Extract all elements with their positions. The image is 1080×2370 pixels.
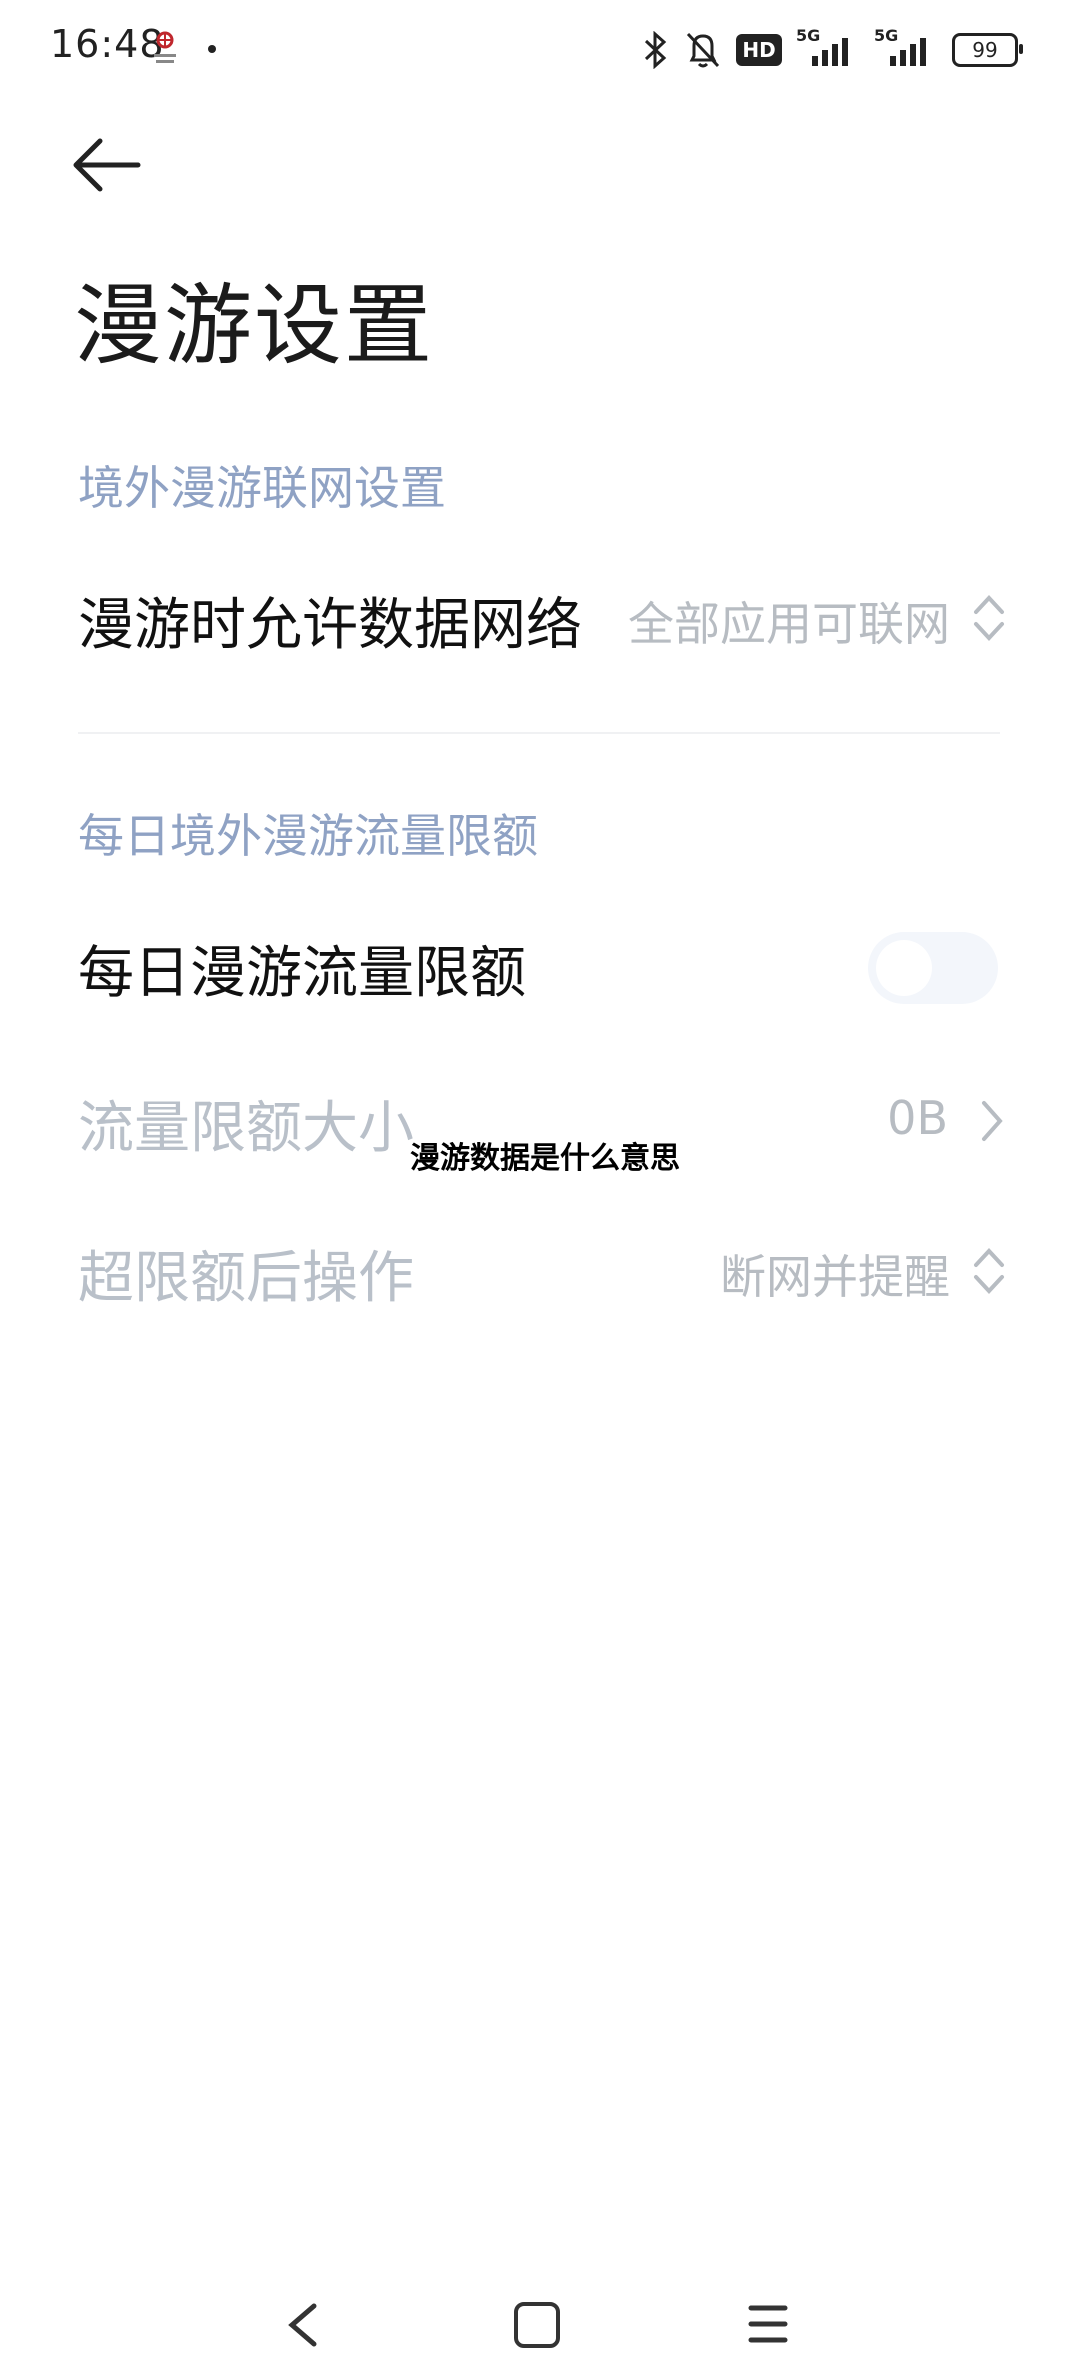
mute-bell-icon xyxy=(686,32,720,68)
roaming-data-label: 漫游时允许数据网络 xyxy=(78,593,582,658)
hd-voice-icon: HD xyxy=(736,34,782,66)
back-arrow-icon[interactable] xyxy=(72,135,144,195)
over-limit-action-label: 超限额后操作 xyxy=(78,1246,414,1311)
status-bar: 16:48 HD 5G 5G 99 xyxy=(0,0,1080,100)
bluetooth-icon xyxy=(644,31,667,69)
status-time: 16:48 xyxy=(50,22,165,66)
page-title: 漫游设置 xyxy=(74,274,435,377)
over-limit-action-row[interactable]: 超限额后操作 断网并提醒 xyxy=(0,1205,1080,1325)
nav-home-icon[interactable] xyxy=(514,2302,560,2348)
chevron-updown-icon xyxy=(974,1248,1004,1294)
chevron-updown-icon xyxy=(974,595,1004,641)
overlay-caption: 漫游数据是什么意思 xyxy=(410,1141,680,1176)
roaming-data-value: 全部应用可联网 xyxy=(628,597,950,651)
limit-size-label: 流量限额大小 xyxy=(78,1096,414,1161)
nav-recents-icon[interactable] xyxy=(748,2302,788,2346)
roaming-data-row[interactable]: 漫游时允许数据网络 全部应用可联网 xyxy=(0,552,1080,672)
section-header-roaming-network: 境外漫游联网设置 xyxy=(78,461,446,515)
nav-back-icon[interactable] xyxy=(282,2300,322,2350)
divider xyxy=(78,732,1000,734)
battery-icon: 99 xyxy=(952,33,1023,67)
section-header-daily-limit: 每日境外漫游流量限额 xyxy=(78,809,538,863)
carrier-icon xyxy=(154,31,176,63)
toggle-knob xyxy=(876,940,932,996)
daily-limit-toggle-row[interactable]: 每日漫游流量限额 xyxy=(0,900,1080,1020)
chevron-right-icon xyxy=(982,1101,1003,1141)
signal-icon: 5G xyxy=(796,26,860,70)
limit-size-value: 0B xyxy=(887,1091,948,1145)
roaming-settings-screen: 16:48 HD 5G 5G 99 漫游设置 境外漫游联网设置 漫游时允许数据网… xyxy=(0,0,1080,2370)
over-limit-action-value: 断网并提醒 xyxy=(720,1250,950,1304)
notification-dot-icon xyxy=(208,45,216,53)
signal-icon-2: 5G xyxy=(874,26,938,70)
status-icons: HD 5G 5G 99 xyxy=(626,26,1023,72)
battery-level: 99 xyxy=(972,38,998,62)
daily-limit-toggle[interactable] xyxy=(868,932,998,1004)
daily-limit-label: 每日漫游流量限额 xyxy=(78,941,526,1006)
